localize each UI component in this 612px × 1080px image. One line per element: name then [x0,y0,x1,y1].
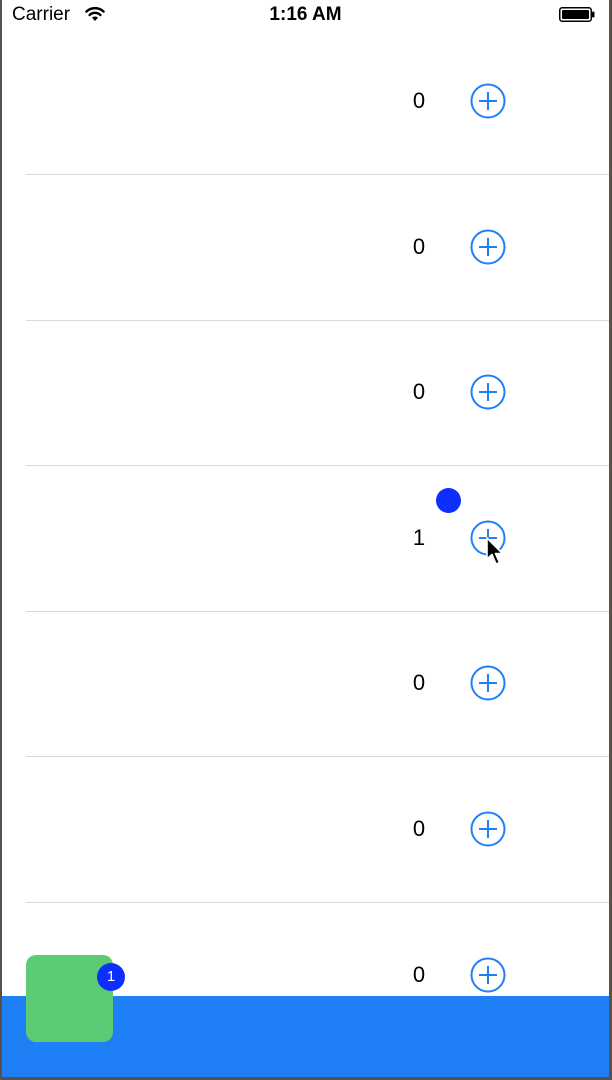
plus-circle-icon[interactable] [470,83,506,119]
app-screen: Carrier 1:16 AM 0 0 0 1 0 0 0 1 [2,0,609,1077]
battery-icon [559,7,595,22]
item-count: 1 [412,525,426,550]
plus-circle-icon[interactable] [470,957,506,993]
plus-circle-icon[interactable] [470,811,506,847]
item-count: 0 [412,234,426,259]
cart-badge: 1 [97,963,125,991]
plus-circle-icon[interactable] [470,229,506,265]
status-bar: Carrier 1:16 AM [2,0,609,30]
flying-item-dot [436,488,461,513]
item-count: 0 [412,88,426,113]
row-separator [26,756,609,757]
item-count: 0 [412,670,426,695]
mouse-cursor-icon [486,537,504,565]
row-separator [26,902,609,903]
item-count: 0 [412,816,426,841]
plus-circle-icon[interactable] [470,665,506,701]
item-count: 0 [412,379,426,404]
list-row: 0 [2,758,609,903]
list-row: 1 [2,467,609,612]
list-row: 0 [2,612,609,757]
list-row: 0 [2,321,609,466]
row-separator [26,174,609,175]
status-time: 1:16 AM [269,4,342,25]
row-separator [26,465,609,466]
plus-circle-icon[interactable] [470,374,506,410]
list-row: 0 [2,30,609,175]
list-row: 0 [2,176,609,321]
item-count: 0 [412,962,426,987]
